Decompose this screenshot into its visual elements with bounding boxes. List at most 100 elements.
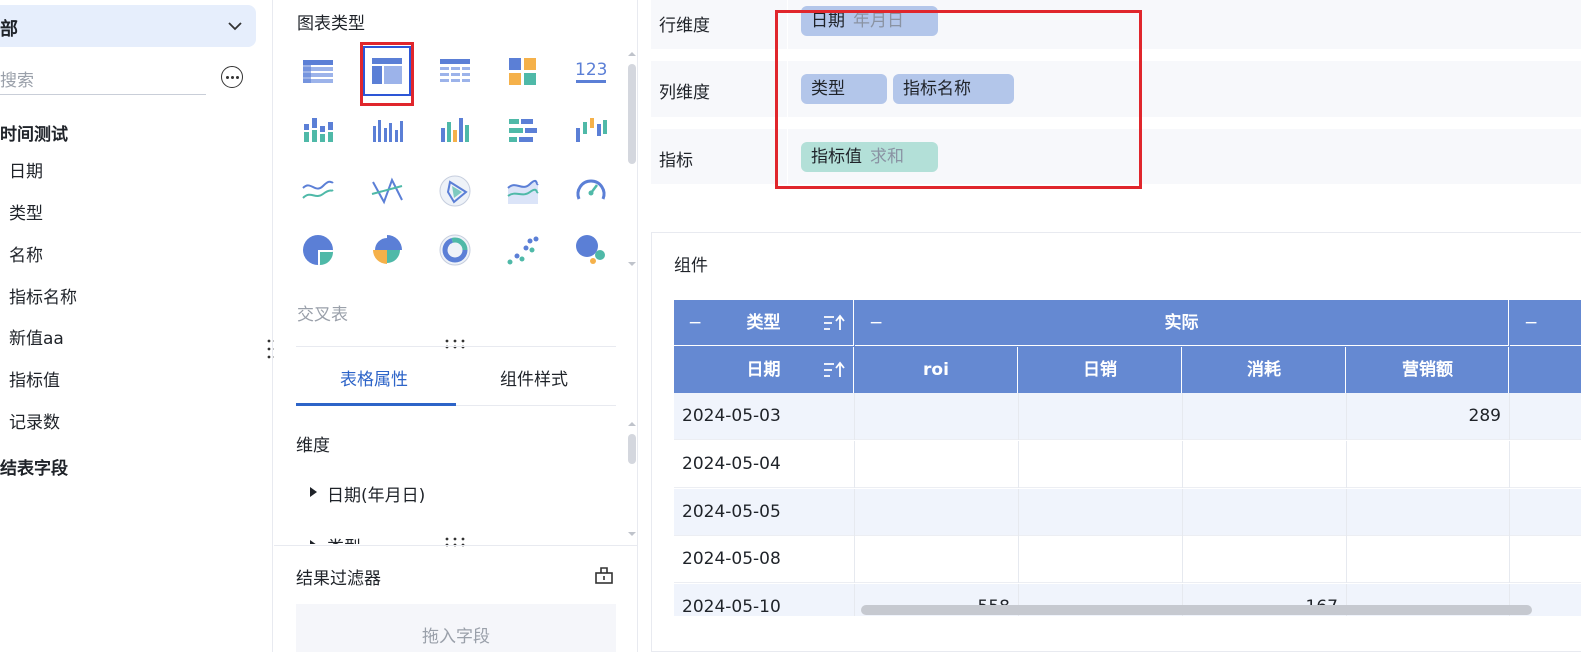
value-cell xyxy=(855,489,1019,536)
field-item[interactable]: 类型 xyxy=(9,199,43,224)
dataset-select[interactable]: 部 xyxy=(0,5,256,47)
multi-bar-icon[interactable] xyxy=(438,114,472,148)
property-tabs: 表格属性 组件样式 xyxy=(296,346,616,406)
more-options-icon[interactable] xyxy=(221,66,243,88)
component-preview: 组件 − 类型 − 实际 − 日期 roi 日销 消耗 营销额 2024-05-… xyxy=(651,232,1581,652)
row-dimension-label: 行维度 xyxy=(659,16,710,36)
field-item[interactable]: 指标名称 xyxy=(9,283,77,308)
column-dimension-label: 列维度 xyxy=(659,83,710,103)
table-horizontal-scrollbar[interactable] xyxy=(861,605,1532,615)
field-item[interactable]: 记录数 xyxy=(9,408,60,433)
kpi-card-icon[interactable] xyxy=(506,54,540,88)
horizontal-bar-icon[interactable] xyxy=(506,114,540,148)
filter-drop-zone[interactable]: 拖入字段 xyxy=(296,604,616,652)
header-metric-cell[interactable]: 日销 xyxy=(1019,347,1182,393)
field-item[interactable]: 名称 xyxy=(9,241,43,266)
value-cell xyxy=(1183,536,1347,583)
header-metric-cell[interactable] xyxy=(1510,347,1581,393)
header-metric-cell[interactable]: 营销额 xyxy=(1347,347,1509,393)
value-cell xyxy=(1347,441,1510,488)
detail-table-icon[interactable] xyxy=(438,54,472,88)
field-group-title[interactable]: 结表字段 xyxy=(0,454,68,479)
value-cell xyxy=(1019,441,1183,488)
caret-right-icon[interactable] xyxy=(310,540,317,544)
date-cell: 2024-05-03 xyxy=(674,393,855,440)
dimension-tree-item[interactable]: 类型 xyxy=(327,534,361,544)
value-cell xyxy=(1347,536,1510,583)
header-metric-cell[interactable]: roi xyxy=(855,347,1018,393)
chart-type-scrollbar[interactable] xyxy=(627,50,637,272)
scatter-line-icon[interactable] xyxy=(370,174,404,208)
stacked-bar-icon[interactable] xyxy=(301,114,335,148)
header-type-cell[interactable]: − 类型 xyxy=(674,300,854,346)
metric-label: 指标 xyxy=(659,151,693,171)
field-item[interactable]: 日期 xyxy=(9,157,43,182)
search-placeholder: 搜索 xyxy=(0,71,34,91)
header-group-cell[interactable]: − 实际 xyxy=(855,300,1509,346)
drop-field-hint: 拖入字段 xyxy=(422,627,490,647)
field-group-title[interactable]: 时间测试 xyxy=(0,120,68,145)
area-chart-icon[interactable] xyxy=(506,174,540,208)
grouped-bar-icon[interactable] xyxy=(370,114,404,148)
value-cell xyxy=(1183,441,1347,488)
chevron-down-icon xyxy=(228,22,242,31)
table-row[interactable]: 2024-05-08 xyxy=(674,536,1581,583)
bubble-chart-icon[interactable] xyxy=(574,233,608,267)
date-cell: 2024-05-10 xyxy=(674,584,855,616)
selected-chart-name: 交叉表 xyxy=(297,305,348,325)
value-cell xyxy=(855,393,1019,440)
selected-chart-frame xyxy=(363,46,411,96)
value-cell xyxy=(1019,536,1183,583)
field-panel: 部 搜索 时间测试 日期 类型 名称 指标名称 新值aa 指标值 记录数 结表字… xyxy=(0,0,273,652)
sort-icon[interactable] xyxy=(823,361,845,379)
table-header: − 类型 − 实际 − 日期 roi 日销 消耗 营销额 xyxy=(674,300,1581,393)
svg-text:123: 123 xyxy=(575,60,607,80)
field-item[interactable]: 指标值 xyxy=(9,366,60,391)
header-metric-cell[interactable]: 消耗 xyxy=(1183,347,1346,393)
table-body: 2024-05-03 289 2024-05-04 2024-05-05 202… xyxy=(674,393,1581,616)
filter-settings-icon[interactable] xyxy=(594,565,614,585)
collapse-icon[interactable]: − xyxy=(1524,300,1538,346)
dimension-title: 维度 xyxy=(296,436,330,456)
radar-icon[interactable] xyxy=(438,174,472,208)
date-cell: 2024-05-05 xyxy=(674,489,855,536)
dimension-tree-item[interactable]: 日期(年月日) xyxy=(327,481,425,506)
collapse-icon[interactable]: − xyxy=(869,300,883,346)
value-cell xyxy=(1019,489,1183,536)
sort-icon[interactable] xyxy=(823,314,845,332)
value-cell xyxy=(855,441,1019,488)
field-search-input[interactable]: 搜索 xyxy=(0,62,206,95)
resize-handle-icon[interactable] xyxy=(444,536,466,548)
rose-chart-icon[interactable] xyxy=(370,233,404,267)
date-cell: 2024-05-08 xyxy=(674,536,855,583)
table-row[interactable]: 2024-05-04 xyxy=(674,441,1581,488)
header-date-cell[interactable]: 日期 xyxy=(674,347,854,393)
config-panel: 图表类型 123 交叉表 表格属性 组件样式 维度 日期(年月日) 结果过滤器 … xyxy=(274,0,638,652)
waterfall-icon[interactable] xyxy=(574,114,608,148)
table-row[interactable]: 2024-05-03 289 xyxy=(674,393,1581,440)
gauge-icon[interactable] xyxy=(574,174,608,208)
value-cell xyxy=(1019,393,1183,440)
donut-chart-icon[interactable] xyxy=(438,233,472,267)
number-icon[interactable]: 123 xyxy=(574,54,608,88)
collapse-icon[interactable]: − xyxy=(688,300,702,346)
field-item[interactable]: 新值aa xyxy=(9,324,64,349)
scatter-plot-icon[interactable] xyxy=(506,233,540,267)
tab-component-style[interactable]: 组件样式 xyxy=(500,365,568,390)
value-cell xyxy=(1347,489,1510,536)
caret-right-icon[interactable] xyxy=(310,487,317,497)
date-cell: 2024-05-04 xyxy=(674,441,855,488)
value-cell xyxy=(855,536,1019,583)
property-scrollbar[interactable] xyxy=(627,420,637,540)
header-group-cell[interactable]: − xyxy=(1510,300,1581,346)
component-title: 组件 xyxy=(674,256,708,276)
value-cell: 289 xyxy=(1347,393,1510,440)
table-icon[interactable] xyxy=(301,54,335,88)
value-cell xyxy=(1183,393,1347,440)
table-row[interactable]: 2024-05-05 xyxy=(674,489,1581,536)
tab-table-properties[interactable]: 表格属性 xyxy=(340,365,408,390)
line-chart-icon[interactable] xyxy=(301,174,335,208)
dataset-name: 部 xyxy=(0,19,18,40)
pie-chart-icon[interactable] xyxy=(301,233,335,267)
result-filter-title: 结果过滤器 xyxy=(296,569,381,589)
